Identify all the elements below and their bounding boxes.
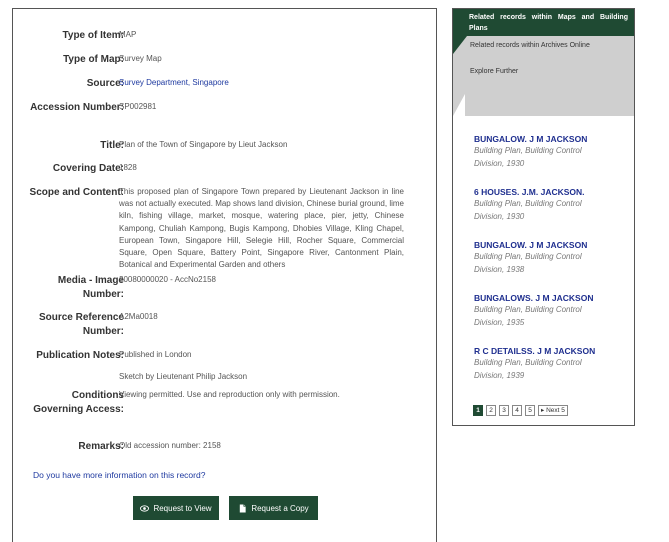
next-5-button[interactable]: ▸ Next 5 [538, 405, 568, 416]
field-label: Conditions Governing Access: [33, 390, 124, 415]
related-record-item[interactable]: BUNGALOW. J M JACKSON Building Plan, Bui… [474, 239, 624, 276]
related-record-title[interactable]: BUNGALOW. J M JACKSON [474, 239, 624, 251]
field-label: Covering Date: [52, 163, 124, 174]
field-label: Scope and Content: [29, 187, 124, 198]
field-label: Source Reference Number: [38, 312, 124, 337]
source-link[interactable]: Survey Department, Singapore [119, 78, 229, 87]
related-record-title[interactable]: BUNGALOW. J M JACKSON [474, 133, 624, 145]
related-record-title[interactable]: R C DETAILSS. J M JACKSON [474, 345, 624, 357]
tab-notch-decoration [453, 36, 467, 54]
related-record-title[interactable]: BUNGALOWS. J M JACKSON [474, 292, 624, 304]
field-value-extra: Sketch by Lieutenant Philip Jackson [119, 372, 248, 381]
related-record-date: Division, 1939 [474, 370, 525, 380]
request-to-view-label: Request to View [153, 503, 212, 513]
record-detail-panel: Type of Item: MAP Type of Map: Survey Ma… [12, 8, 437, 542]
request-a-copy-button[interactable]: Request a Copy [229, 496, 318, 520]
related-record-item[interactable]: BUNGALOWS. J M JACKSON Building Plan, Bu… [474, 292, 624, 329]
field-label: Publication Notes: [36, 350, 124, 361]
field-value: Published in London [119, 350, 192, 359]
request-to-view-button[interactable]: Request to View [133, 496, 219, 520]
related-record-desc: Building Plan, Building Control [474, 305, 582, 314]
related-record-date: Division, 1935 [474, 317, 525, 327]
related-record-desc: Building Plan, Building Control [474, 146, 582, 155]
related-record-title[interactable]: 6 HOUSES. J.M. JACKSON. [474, 186, 624, 198]
page-1-button[interactable]: 1 [473, 405, 483, 416]
page-5-button[interactable]: 5 [525, 405, 535, 416]
field-label: Remarks: [78, 441, 124, 452]
archives-online-tab[interactable]: Related records within Archives Online [470, 42, 590, 49]
document-icon [240, 503, 246, 513]
field-label: Title: [100, 140, 124, 151]
field-label: Type of Item: [62, 30, 124, 41]
field-value: 20080000020 - AccNo2158 [119, 275, 216, 284]
field-label: Type of Map: [63, 54, 124, 65]
tab-notch-decoration [453, 94, 465, 116]
field-value: Old accession number: 2158 [119, 441, 221, 450]
field-value: SP002981 [119, 102, 157, 111]
eye-icon [140, 504, 150, 512]
related-record-desc: Building Plan, Building Control [474, 199, 582, 208]
field-value: MAP [119, 30, 137, 39]
related-record-date: Division, 1930 [474, 211, 525, 221]
field-value: Survey Map [119, 54, 162, 63]
related-record-desc: Building Plan, Building Control [474, 358, 582, 367]
related-record-date: Division, 1930 [474, 158, 525, 168]
more-information-link[interactable]: Do you have more information on this rec… [33, 470, 205, 480]
request-a-copy-label: Request a Copy [251, 503, 309, 513]
field-label: Media - Image Number: [57, 275, 124, 300]
explore-further-tab[interactable]: Explore Further [470, 68, 518, 75]
field-value: Viewing permitted. Use and reproduction … [119, 390, 340, 399]
sidebar-header[interactable]: Related records within Maps and Building… [453, 9, 634, 36]
field-label: Source: [86, 78, 124, 89]
page-2-button[interactable]: 2 [486, 405, 496, 416]
related-record-item[interactable]: BUNGALOW. J M JACKSON Building Plan, Bui… [474, 133, 624, 170]
related-records-sidebar: Related records within Maps and Building… [452, 8, 635, 426]
related-record-date: Division, 1938 [474, 264, 525, 274]
pagination: 1 2 3 4 5 ▸ Next 5 [473, 405, 568, 416]
field-value: A2Ma0018 [119, 312, 158, 321]
related-record-item[interactable]: 6 HOUSES. J.M. JACKSON. Building Plan, B… [474, 186, 624, 223]
page-4-button[interactable]: 4 [512, 405, 522, 416]
related-record-desc: Building Plan, Building Control [474, 252, 582, 261]
field-value: Plan of the Town of Singapore by Lieut J… [119, 140, 288, 149]
field-value: 1828 [119, 163, 137, 172]
page-3-button[interactable]: 3 [499, 405, 509, 416]
related-record-item[interactable]: R C DETAILSS. J M JACKSON Building Plan,… [474, 345, 624, 382]
field-label: Accession Number: [30, 102, 124, 113]
field-value: This proposed plan of Singapore Town pre… [119, 187, 404, 270]
